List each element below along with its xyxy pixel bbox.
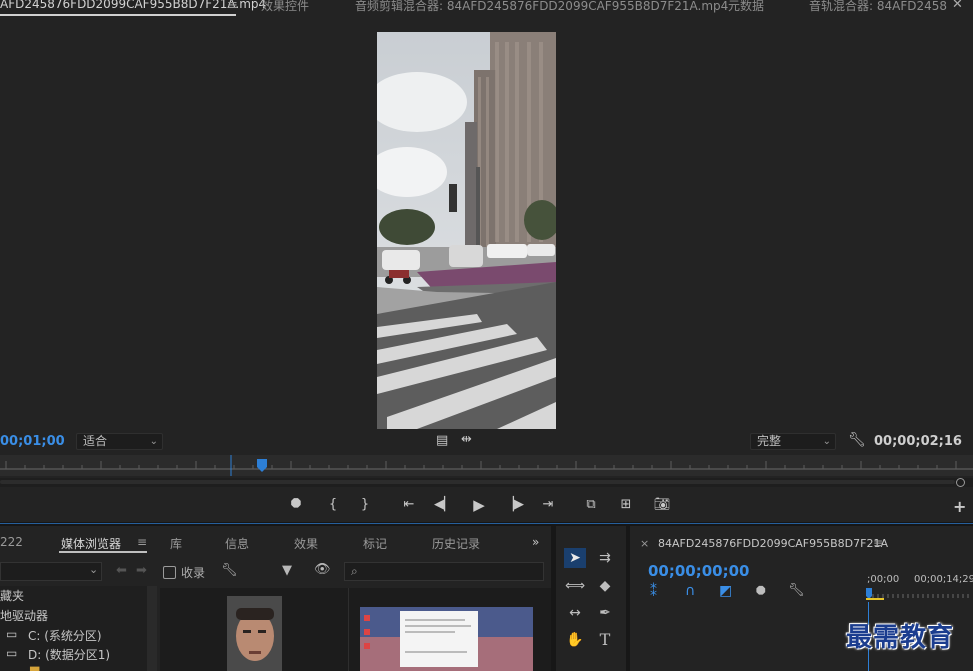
thumbnail-portrait[interactable] — [227, 596, 282, 671]
fit-select[interactable]: 适合 ⌄ — [76, 433, 163, 450]
tree-local-drives[interactable]: 地驱动器 — [0, 607, 48, 624]
tab-info[interactable]: 信息 — [225, 535, 249, 552]
ingest-checkbox[interactable] — [163, 566, 176, 579]
search-input[interactable]: ⌕ — [344, 562, 544, 581]
filter-icon[interactable]: ▼ — [282, 563, 292, 578]
tools-panel: ➤ ⇉ ⟺ ◆ ↔ ✒ ✋ T — [556, 526, 626, 671]
quality-select-value: 完整 — [757, 434, 782, 448]
media-thumbnails — [160, 588, 551, 671]
ruler-start-label: ;00;00 — [867, 574, 900, 585]
insert-icon[interactable]: ⧉ — [581, 497, 601, 513]
mark-in-icon[interactable]: { — [323, 497, 343, 513]
drive-d-icon: ▭ — [6, 646, 18, 660]
time-ruler[interactable] — [0, 455, 973, 476]
watermark-logo: 最需教育 — [846, 623, 955, 653]
folder-icon: ▇ — [30, 665, 39, 671]
sequence-tab[interactable]: 84AFD245876FDD2099CAF955B8D7F21A — [658, 537, 888, 550]
track-select-tool-icon[interactable]: ⇉ — [594, 548, 616, 568]
ruler-mark-label: 00;00;14;29 — [914, 574, 973, 585]
play-icon[interactable]: ▶ — [469, 497, 489, 513]
current-timecode[interactable]: 00;01;00 — [0, 434, 65, 449]
add-marker-icon[interactable]: ⯃ — [286, 497, 306, 513]
pen-tool-icon[interactable]: ✒ — [594, 603, 616, 623]
location-dropdown[interactable]: ⌄ — [0, 562, 102, 581]
go-to-in-icon[interactable]: ⇤ — [399, 497, 419, 513]
tab-libraries[interactable]: 库 — [170, 535, 182, 552]
more-tabs-icon[interactable]: » — [532, 535, 539, 549]
close-icon[interactable]: × — [640, 537, 649, 550]
export-frame-icon[interactable]: 📷︎ — [652, 497, 672, 513]
tab-project-stub[interactable]: 222 — [0, 535, 23, 549]
tree-favorites[interactable]: 藏夹 — [0, 587, 24, 604]
razor-tool-icon[interactable]: ◆ — [594, 576, 616, 596]
chevron-down-icon: ⌄ — [822, 436, 831, 447]
duration-timecode: 00;00;02;16 — [874, 434, 962, 449]
step-back-icon[interactable]: ◀▏ — [434, 497, 454, 513]
add-button-icon[interactable]: + — [953, 497, 966, 516]
portrait-image — [227, 596, 282, 671]
nest-sequence-icon[interactable]: ⁑ — [650, 584, 657, 600]
selection-tool-icon[interactable]: ➤ — [564, 548, 586, 568]
wrench-icon[interactable]: 🔧︎ — [848, 432, 866, 448]
fit-select-value: 适合 — [83, 434, 108, 448]
tab-audio-clip-mixer[interactable]: 音频剪辑混合器: 84AFD245876FDD2099CAF955B8D7F21… — [355, 0, 728, 14]
back-arrow-icon[interactable]: ⬅ — [116, 563, 127, 578]
tree-drive-c[interactable]: C: (系统分区) — [28, 627, 102, 644]
overwrite-icon[interactable]: ⊞ — [616, 497, 636, 513]
panel-menu-icon[interactable]: ≡ — [873, 536, 883, 550]
media-browser-panel: 222 媒体浏览器 ≡ 库 信息 效果 标记 历史记录 » ⌄ ⬅ ➡ 收录 🔧… — [0, 526, 551, 671]
desktop-image — [360, 607, 533, 671]
snap-magnet-icon[interactable]: ∩ — [685, 583, 695, 599]
chevron-down-icon: ⌄ — [89, 563, 99, 576]
forward-arrow-icon[interactable]: ➡ — [136, 563, 147, 578]
panel-tab-bar: AFD245876FDD2099CAF955B8D7F21A.mp4 ≡ 效果控… — [0, 0, 973, 16]
type-tool-icon[interactable]: T — [594, 630, 616, 650]
monitor-scrollbar[interactable] — [0, 478, 973, 487]
ripple-edit-tool-icon[interactable]: ⟺ — [564, 576, 586, 596]
scroll-track — [0, 480, 955, 484]
panel-menu-icon[interactable]: ≡ — [227, 0, 238, 13]
quality-select[interactable]: 完整 ⌄ — [750, 433, 836, 450]
video-frame — [377, 32, 556, 429]
drive-c-icon: ▭ — [6, 627, 18, 641]
panel-menu-icon[interactable]: ≡ — [137, 535, 147, 549]
active-tab-underline — [59, 551, 147, 553]
close-icon[interactable]: ✕ — [952, 0, 963, 12]
tab-history[interactable]: 历史记录 — [432, 535, 480, 552]
add-marker-icon[interactable]: ⯃ — [756, 584, 766, 599]
video-frame-image — [377, 32, 556, 429]
tree-drive-d[interactable]: D: (数据分区1) — [28, 646, 110, 663]
step-forward-icon[interactable]: ▕▶ — [504, 497, 524, 513]
safe-margins-icon[interactable]: ▤ — [436, 433, 448, 448]
mark-out-icon[interactable]: } — [355, 497, 375, 513]
view-eye-icon[interactable]: 👁︎ — [314, 562, 331, 577]
tab-metadata[interactable]: 元数据 — [728, 0, 764, 14]
tab-effect-controls[interactable]: 效果控件 — [261, 0, 309, 14]
hand-tool-icon[interactable]: ✋ — [564, 630, 586, 650]
file-tree: 藏夹 地驱动器 ▭ C: (系统分区) ▭ D: (数据分区1) ▇ — [0, 586, 147, 671]
slip-tool-icon[interactable]: ↔ — [564, 603, 586, 623]
search-icon: ⌕ — [351, 564, 358, 578]
chevron-down-icon: ⌄ — [149, 436, 158, 447]
linked-selection-icon[interactable]: ◩ — [719, 583, 732, 599]
focus-line — [0, 523, 973, 524]
ingest-label: 收录 — [181, 566, 206, 580]
wrench-icon[interactable]: 🔧︎ — [221, 563, 238, 578]
tab-audio-track-mixer[interactable]: 音轨混合器: 84AFD2458 — [809, 0, 947, 14]
settings-expand-icon[interactable]: ⇹ — [461, 432, 472, 447]
thumbnail-desktop[interactable] — [360, 607, 533, 671]
tab-media-browser[interactable]: 媒体浏览器 — [61, 535, 121, 552]
timeline-timecode[interactable]: 00;00;00;00 — [648, 562, 750, 580]
tab-markers[interactable]: 标记 — [363, 535, 387, 552]
thumb-divider — [348, 588, 349, 671]
go-to-out-icon[interactable]: ⇥ — [538, 497, 558, 513]
timeline-ruler-ticks — [866, 588, 969, 600]
tab-effects[interactable]: 效果 — [294, 535, 318, 552]
scroll-handle[interactable] — [956, 478, 965, 487]
ruler-ticks — [0, 455, 973, 476]
wrench-icon[interactable]: 🔧︎ — [788, 583, 805, 598]
tree-scrollbar[interactable] — [147, 586, 157, 671]
